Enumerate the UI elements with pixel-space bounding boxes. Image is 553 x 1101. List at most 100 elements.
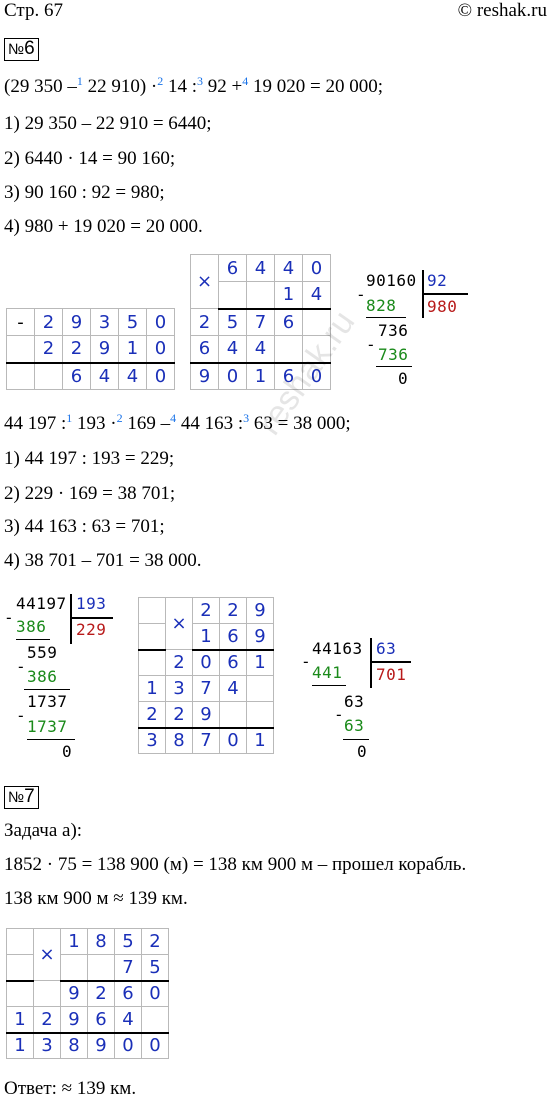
minus-sign: - [301,652,312,671]
expr2-order-3: 3 [243,411,250,425]
digit: 7 [114,954,142,982]
expr1-part-a: (29 350 – [4,76,77,97]
digit: 2 [192,597,220,624]
digit: 5 [141,954,169,982]
expr1-part-b: 22 910) · [82,76,158,97]
digit: 1 [138,675,166,702]
digit: 2 [34,308,63,336]
quotient-line [71,617,113,619]
digit: 9 [90,335,119,364]
expr1-order-4: 4 [242,74,249,88]
minus-sign: - [366,335,377,354]
digit: 0 [219,727,247,754]
empty-cell [6,362,35,390]
subtraction-table: - 2 9 3 5 0 2 2 9 1 0 6 4 4 0 [6,308,175,390]
digit: 1 [6,1032,34,1059]
minus-sign: - [16,706,27,725]
underline [376,366,412,368]
digit: 0 [114,1032,142,1059]
digit: 4 [90,362,119,390]
remainder: 63 [344,692,365,711]
digit: 2 [33,1006,61,1034]
expr2-part-a: 44 197 : [4,413,67,434]
quotient-line [371,661,411,663]
digit: 0 [141,1032,169,1059]
remainder: 736 [378,321,409,340]
subtrahend: 1737 [27,717,68,736]
expr2-part-b: 193 · [72,413,117,434]
empty-cell [6,980,34,1007]
step-1-4: 4) 980 + 19 020 = 20 000. [4,216,203,237]
empty-cell [141,1006,169,1034]
dividend: 90160 [366,271,417,290]
step-2-3: 3) 44 163 : 63 = 701; [4,516,165,537]
remainder: 0 [398,369,409,388]
digit: 4 [219,675,247,702]
expr1-part-e: 19 020 = 20 000; [248,76,383,97]
digit: 3 [138,727,166,754]
subtrahend: 63 [344,716,365,735]
expr2-part-c: 169 – [122,413,171,434]
division-bar [370,638,372,688]
digit: 4 [218,335,247,364]
task-label: Задача а): [4,820,83,841]
dividend: 44163 [312,639,363,658]
empty-cell [246,281,275,310]
expr1-part-c: 14 : [163,76,198,97]
expr1-part-d: 92 + [203,76,243,97]
digit: 4 [118,362,147,390]
digit: 2 [190,308,219,336]
empty-cell [218,281,247,310]
digit: 3 [165,675,193,702]
minus-sign: - [4,608,15,627]
digit: 1 [118,335,147,364]
digit: 2 [34,335,63,364]
digit: 1 [6,1006,34,1034]
digit: 4 [114,1006,142,1034]
expr2-part-d: 44 163 : [176,413,244,434]
task-6-number: 6 [24,38,35,59]
empty-cell [219,701,247,729]
multiplication-table-3: × 1 8 5 2 7 5 9 2 6 0 1 2 9 6 4 1 3 8 9 … [6,928,169,1059]
task-7-line-1: 1852 · 75 = 138 900 (м) = 138 км 900 м –… [4,854,467,875]
digit: 5 [114,928,142,955]
step-1-1: 1) 29 350 – 22 910 = 6440; [4,113,212,134]
times-sign: × [165,597,193,650]
empty-cell [87,954,115,982]
task-7-badge: №7 [4,786,39,809]
digit: 1 [246,362,275,390]
empty-cell [138,649,166,676]
digit: 1 [60,928,88,955]
digit: 1 [192,623,220,651]
digit: 1 [246,727,274,754]
quotient-line [423,293,468,295]
step-2-2: 2) 229 · 169 = 38 701; [4,483,176,504]
digit: 0 [192,649,220,676]
times-sign: × [33,928,61,981]
subtrahend: 386 [27,667,58,686]
divisor: 63 [376,639,397,658]
expr2-order-2: 2 [116,411,123,425]
underline [343,739,369,741]
subtrahend: 736 [378,345,409,364]
digit: 6 [218,254,247,282]
digit: 0 [218,362,247,390]
divisor: 92 [427,271,448,290]
remainder: 1737 [27,692,68,711]
times-sign: × [190,254,219,309]
digit: 2 [87,980,115,1007]
digit: 2 [165,649,193,676]
remainder: 559 [27,643,58,662]
digit: 7 [192,727,220,754]
empty-cell [6,954,34,982]
subtrahend: 441 [312,663,343,682]
digit: 9 [246,597,274,624]
remainder: 0 [62,742,73,761]
answer: Ответ: ≈ 139 км. [4,1078,137,1099]
step-1-2: 2) 6440 · 14 = 90 160; [4,148,176,169]
step-2-1: 1) 44 197 : 193 = 229; [4,448,175,469]
number-sign: № [8,41,25,58]
expr1-order-3: 3 [197,74,204,88]
empty-cell [60,954,88,982]
digit: 4 [274,254,303,282]
